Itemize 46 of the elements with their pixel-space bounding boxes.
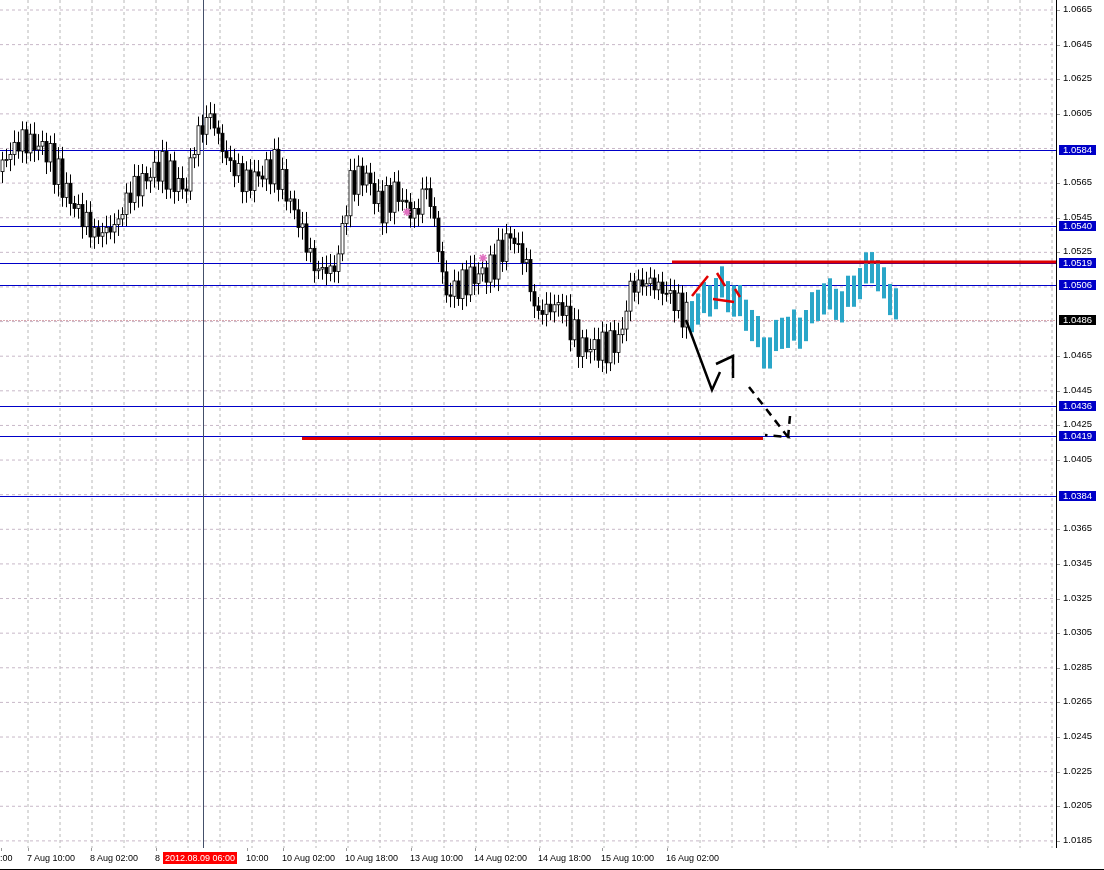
time-label: 10 Aug 02:00 — [282, 853, 336, 864]
price-label: 1.0185 — [1063, 834, 1093, 845]
level-price-label: 1.0519 — [1059, 257, 1097, 268]
time-label: 15 Aug 10:00 — [601, 853, 655, 864]
time-label: 10 Aug 18:00 — [345, 853, 399, 864]
level-price-label: 1.0384 — [1059, 491, 1097, 502]
price-label: 1.0545 — [1063, 211, 1093, 222]
time-label: 16 Aug 02:00 — [666, 853, 720, 864]
arrow-drawing — [747, 385, 792, 440]
time-label: 8 — [155, 853, 160, 864]
time-label: 8 Aug 02:00 — [90, 853, 139, 864]
level-price-label: 1.0506 — [1059, 280, 1097, 291]
price-label: 1.0325 — [1063, 592, 1093, 603]
price-label: 1.0565 — [1063, 177, 1093, 188]
level-price-label: 1.0436 — [1059, 401, 1097, 412]
price-label: 1.0345 — [1063, 557, 1093, 568]
time-label: :00 — [0, 853, 13, 864]
price-label: 1.0665 — [1063, 4, 1093, 14]
price-label: 1.0645 — [1063, 38, 1093, 49]
price-label: 1.0365 — [1063, 523, 1093, 534]
time-label: 14 Aug 18:00 — [538, 853, 592, 864]
level-price-label: 1.0540 — [1059, 221, 1097, 232]
time-label: 14 Aug 02:00 — [474, 853, 528, 864]
level-price-label: 1.0419 — [1059, 430, 1097, 441]
current-price-label: 1.0486 — [1059, 314, 1097, 325]
price-label: 1.0625 — [1063, 73, 1093, 84]
cursor-time-label: 2012.08.09 06:00 — [163, 852, 238, 864]
star-icon — [402, 207, 412, 217]
price-label: 1.0445 — [1063, 384, 1093, 395]
price-label: 1.0205 — [1063, 800, 1093, 811]
price-label: 1.0425 — [1063, 419, 1093, 430]
price-label: 1.0285 — [1063, 661, 1093, 672]
price-label: 1.0265 — [1063, 696, 1093, 707]
star-icon — [478, 253, 488, 263]
price-label: 1.0465 — [1063, 350, 1093, 361]
level-price-label: 1.0584 — [1059, 145, 1097, 156]
price-label: 1.0405 — [1063, 454, 1093, 465]
time-label: 13 Aug 10:00 — [410, 853, 464, 864]
price-label: 1.0225 — [1063, 765, 1093, 776]
time-label: 7 Aug 10:00 — [27, 853, 76, 864]
price-label: 1.0305 — [1063, 627, 1093, 638]
price-label: 1.0245 — [1063, 731, 1093, 741]
price-label: 1.0525 — [1063, 246, 1093, 257]
price-label: 1.0605 — [1063, 107, 1093, 118]
pattern-drawing — [690, 271, 742, 304]
time-label: 10:00 — [246, 853, 269, 864]
